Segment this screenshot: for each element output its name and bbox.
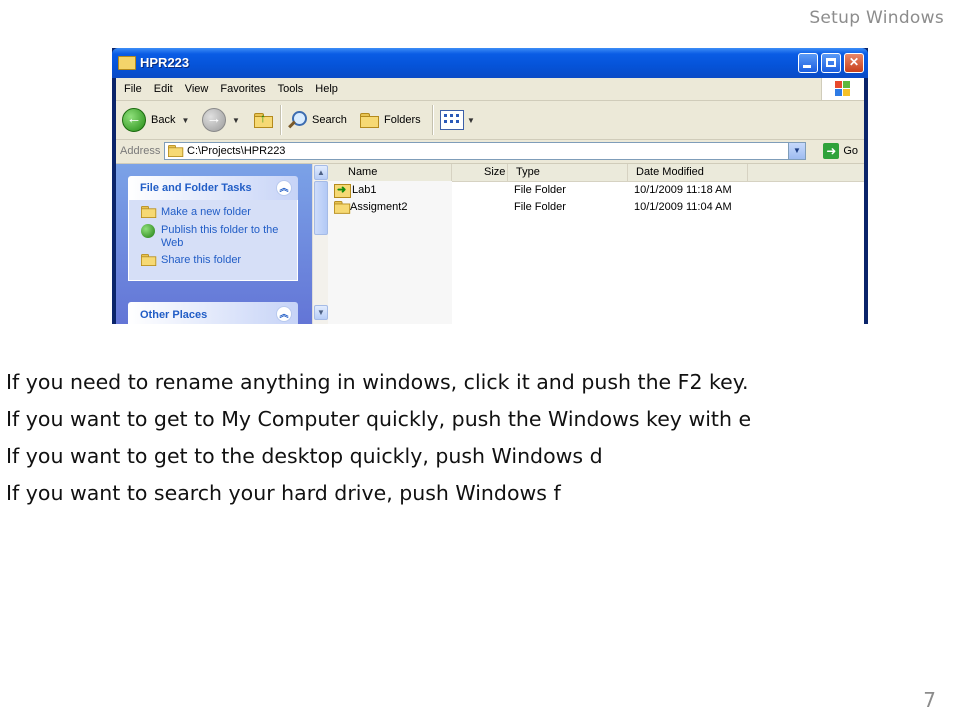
file-folder-tasks-title: File and Folder Tasks [140, 182, 252, 194]
views-icon [440, 110, 464, 130]
address-label: Address [120, 145, 161, 157]
page-number: 7 [923, 688, 936, 712]
chevron-down-icon[interactable]: ▼ [181, 116, 189, 125]
file-date: 10/1/2009 11:18 AM [634, 184, 732, 196]
window-title: HPR223 [140, 55, 190, 70]
publish-web-icon [141, 224, 155, 238]
toolbar-divider [432, 105, 434, 135]
folder-icon [334, 201, 351, 214]
close-button[interactable]: ✕ [844, 53, 864, 73]
menu-tools[interactable]: Tools [272, 78, 310, 100]
scroll-thumb[interactable] [314, 181, 328, 235]
forward-button[interactable]: → ▼ [202, 107, 240, 133]
folders-icon [360, 113, 379, 128]
up-folder-icon: ↑ [254, 111, 273, 128]
views-button[interactable]: ▼ [440, 107, 475, 133]
close-icon: ✕ [848, 55, 860, 69]
up-folder-button[interactable]: ↑ [254, 107, 273, 133]
toolbar: ← Back ▼ → ▼ ↑ Search Folders ▼ [116, 101, 864, 140]
share-folder-icon [141, 254, 157, 266]
task-label: Publish this folder to the Web [161, 224, 279, 249]
minimize-button[interactable] [798, 53, 818, 73]
other-places-panel: Other Places ︽ [128, 302, 298, 324]
tip-rename: If you need to rename anything in window… [6, 370, 749, 394]
file-folder-tasks-header[interactable]: File and Folder Tasks ︽ [128, 176, 298, 200]
chevron-down-icon[interactable]: ▼ [232, 116, 240, 125]
file-name: Assigment2 [350, 201, 408, 213]
address-bar: Address C:\Projects\HPR223 ▼ ➜ Go [116, 140, 864, 164]
back-arrow-icon: ← [122, 108, 146, 132]
folders-label: Folders [384, 114, 421, 126]
go-label: Go [843, 145, 858, 157]
title-bar[interactable]: HPR223 ✕ [112, 48, 868, 78]
tip-search: If you want to search your hard drive, p… [6, 481, 561, 505]
maximize-icon [826, 58, 836, 67]
menu-bar: File Edit View Favorites Tools Help [116, 78, 864, 101]
tips-text-block: If you need to rename anything in window… [6, 364, 956, 512]
file-name: Lab1 [352, 184, 377, 196]
file-type: File Folder [514, 184, 566, 196]
new-folder-icon [141, 206, 157, 218]
task-pane-scrollbar[interactable]: ▲ ▼ [312, 164, 329, 324]
search-icon [288, 111, 307, 129]
column-name[interactable]: Name [328, 164, 452, 181]
tip-desktop: If you want to get to the desktop quickl… [6, 444, 603, 468]
file-type: File Folder [514, 201, 566, 213]
menu-edit[interactable]: Edit [148, 78, 179, 100]
window-content: File and Folder Tasks ︽ Make a new folde… [116, 164, 864, 324]
task-share-folder[interactable]: Share this folder [141, 254, 289, 268]
file-date: 10/1/2009 11:04 AM [634, 201, 732, 213]
task-make-new-folder[interactable]: Make a new folder [141, 206, 289, 220]
scroll-up-icon[interactable]: ▲ [314, 165, 328, 180]
collapse-icon[interactable]: ︽ [276, 180, 292, 196]
windows-logo [821, 78, 864, 100]
address-dropdown-button[interactable]: ▼ [788, 143, 805, 159]
column-headers: Name Size Type Date Modified [328, 164, 864, 182]
folder-icon [118, 56, 136, 70]
address-field[interactable]: C:\Projects\HPR223 ▼ [164, 142, 806, 160]
minimize-icon [803, 65, 811, 68]
search-button[interactable]: Search [288, 107, 347, 133]
maximize-button[interactable] [821, 53, 841, 73]
file-row[interactable]: ➜ Lab1 File Folder 10/1/2009 11:18 AM [328, 183, 864, 199]
task-pane: File and Folder Tasks ︽ Make a new folde… [116, 164, 312, 324]
file-folder-tasks-panel: File and Folder Tasks ︽ Make a new folde… [128, 176, 298, 281]
go-button[interactable]: ➜ Go [823, 143, 858, 159]
back-label: Back [151, 114, 176, 126]
menu-view[interactable]: View [179, 78, 215, 100]
column-type[interactable]: Type [508, 164, 628, 181]
chevron-down-icon[interactable]: ▼ [467, 116, 475, 125]
menu-favorites[interactable]: Favorites [214, 78, 271, 100]
menu-help[interactable]: Help [309, 78, 344, 100]
folder-icon [168, 145, 184, 157]
search-label: Search [312, 114, 347, 126]
file-list-pane: Name Size Type Date Modified ➜ Lab1 File… [328, 164, 864, 324]
shortcut-folder-icon: ➜ [334, 184, 351, 198]
column-size[interactable]: Size [452, 164, 508, 181]
windows-flag-icon [835, 81, 851, 97]
other-places-header[interactable]: Other Places ︽ [128, 302, 298, 324]
tip-my-computer: If you want to get to My Computer quickl… [6, 407, 752, 431]
go-arrow-icon: ➜ [823, 143, 840, 159]
task-label: Share this folder [161, 254, 242, 266]
explorer-window: HPR223 ✕ File Edit View Favorites Tools Help … [112, 48, 868, 324]
folders-button[interactable]: Folders [360, 107, 421, 133]
toolbar-divider [280, 105, 282, 135]
menu-file[interactable]: File [116, 78, 148, 100]
task-label: Make a new folder [161, 206, 251, 218]
scroll-down-icon[interactable]: ▼ [314, 305, 328, 320]
address-value: C:\Projects\HPR223 [187, 145, 286, 157]
forward-arrow-icon: → [202, 108, 226, 132]
collapse-icon[interactable]: ︽ [276, 306, 292, 322]
slide-title: Setup Windows [809, 8, 944, 28]
column-date-modified[interactable]: Date Modified [628, 164, 748, 181]
task-publish-folder[interactable]: Publish this folder to the Web [141, 224, 289, 250]
back-button[interactable]: ← Back ▼ [122, 107, 189, 133]
file-row[interactable]: Assigment2 File Folder 10/1/2009 11:04 A… [328, 200, 864, 216]
other-places-title: Other Places [140, 309, 208, 321]
file-folder-tasks-body: Make a new folder Publish this folder to… [128, 200, 298, 281]
